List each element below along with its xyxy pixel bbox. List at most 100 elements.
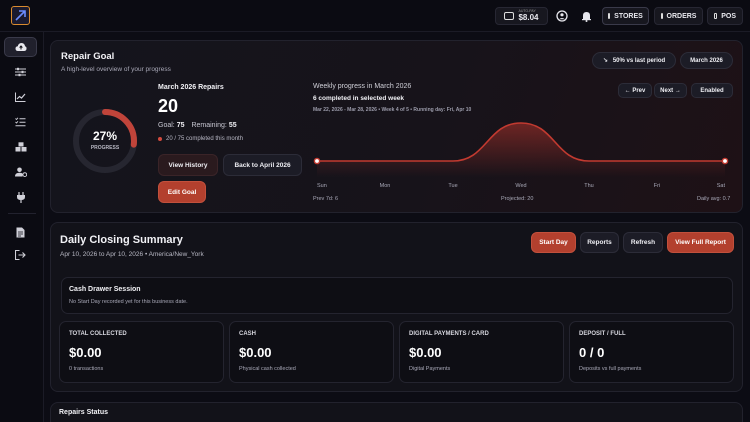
stat-value: $0.00 xyxy=(409,345,442,360)
prev-week-button[interactable]: ← Prev xyxy=(618,83,652,98)
view-full-report-button[interactable]: View Full Report xyxy=(667,232,734,253)
enabled-label: Enabled xyxy=(700,87,724,94)
refresh-button[interactable]: Refresh xyxy=(623,232,663,253)
wallet-icon xyxy=(504,12,515,20)
next-week-button[interactable]: Next → xyxy=(654,83,687,98)
reports-button[interactable]: Reports xyxy=(580,232,619,253)
edit-goal-label: Edit Goal xyxy=(167,188,197,196)
trend-down-icon: ↘ xyxy=(602,58,608,64)
progress-percent: 27% xyxy=(92,129,118,143)
x-tick-label: Sat xyxy=(717,183,726,189)
x-tick-label: Thu xyxy=(584,183,593,189)
goal-label: Goal: xyxy=(158,122,175,129)
profile-button[interactable] xyxy=(553,7,571,25)
drawer-note: No Start Day recorded yet for this busin… xyxy=(69,299,188,305)
stat-note: 0 transactions xyxy=(69,366,104,372)
stat-note: Deposits vs full payments xyxy=(579,366,642,372)
app-logo[interactable] xyxy=(11,6,30,25)
repair-goal-title: Repair Goal xyxy=(61,51,115,62)
repair-count: 20 xyxy=(158,96,179,116)
chart-line-icon xyxy=(15,92,26,102)
x-tick-label: Fri xyxy=(654,183,660,189)
repair-goal-card: Repair Goal A high-level overview of you… xyxy=(50,40,743,213)
stat-digital-payments: DIGITAL PAYMENTS / CARD $0.00 Digital Pa… xyxy=(399,321,564,383)
sidebar-item-documents[interactable] xyxy=(4,222,37,242)
x-tick-label: Sun xyxy=(317,183,327,189)
sidebar-item-controls[interactable] xyxy=(4,62,37,82)
sidebar xyxy=(0,32,44,422)
back-to-month-label: Back to April 2026 xyxy=(234,161,291,169)
plug-icon xyxy=(16,191,25,203)
back-to-month-button[interactable]: Back to April 2026 xyxy=(223,154,302,176)
edit-goal-button[interactable]: Edit Goal xyxy=(158,181,206,203)
view-history-label: View History xyxy=(168,161,208,169)
nav-pos[interactable]: POS xyxy=(707,7,743,25)
store-icon xyxy=(608,13,611,19)
projected: Projected: 20 xyxy=(501,196,534,202)
sidebar-item-dashboard[interactable] xyxy=(4,37,37,57)
closing-range-line: Apr 10, 2026 to Apr 10, 2026 • America/N… xyxy=(60,251,204,258)
daily-avg: Daily avg: 0.7 xyxy=(697,196,731,202)
completed-line: 20 / 75 completed this month xyxy=(158,136,243,142)
repairs-status-card: Repairs Status xyxy=(50,402,743,422)
document-icon xyxy=(16,227,25,237)
daily-closing-card: Daily Closing Summary Apr 10, 2026 to Ap… xyxy=(50,222,743,392)
x-tick-label: Wed xyxy=(515,183,526,189)
repair-goal-subtitle: A high-level overview of your progress xyxy=(61,66,171,73)
daily-closing-title: Daily Closing Summary xyxy=(60,234,183,246)
repairs-status-title: Repairs Status xyxy=(59,409,109,416)
sidebar-item-tasks[interactable] xyxy=(4,112,37,132)
start-day-button[interactable]: Start Day xyxy=(531,232,576,253)
enabled-toggle[interactable]: Enabled xyxy=(691,83,733,98)
balance-value: $8.04 xyxy=(518,12,539,22)
vs-last-period-badge: ↘ 50% vs last period xyxy=(592,52,676,69)
weekly-title: Weekly progress in March 2026 xyxy=(313,83,412,90)
pos-icon xyxy=(714,13,718,19)
reports-label: Reports xyxy=(587,239,612,246)
sidebar-item-users[interactable] xyxy=(4,162,37,182)
weekly-meta: Mar 22, 2026 - Mar 28, 2026 • Week 4 of … xyxy=(313,107,472,113)
notifications-button[interactable] xyxy=(577,7,595,25)
sidebar-item-logout[interactable] xyxy=(4,245,37,265)
period-badge[interactable]: March 2026 xyxy=(680,52,733,69)
sidebar-item-inventory[interactable] xyxy=(4,137,37,157)
month-repairs-heading: March 2026 Repairs xyxy=(158,84,224,91)
stat-note: Physical cash collected xyxy=(239,366,296,372)
stat-cash: CASH $0.00 Physical cash collected xyxy=(229,321,394,383)
bell-icon xyxy=(581,12,591,22)
stat-value: $0.00 xyxy=(239,345,272,360)
vs-last-period-label: 50% vs last period xyxy=(612,57,666,64)
stat-label: TOTAL COLLECTED xyxy=(69,331,127,337)
status-dot xyxy=(158,137,162,141)
x-tick-label: Tue xyxy=(448,183,457,189)
balance-widget[interactable]: AUTO-PAY $8.04 xyxy=(495,7,548,25)
start-day-label: Start Day xyxy=(539,239,568,246)
top-bar: AUTO-PAY $8.04 STORES ORDERS POS xyxy=(0,0,750,32)
sidebar-divider xyxy=(8,213,36,214)
view-full-report-label: View Full Report xyxy=(675,239,726,246)
drawer-title: Cash Drawer Session xyxy=(69,286,141,293)
logo-icon xyxy=(15,10,26,21)
next-week-label: Next → xyxy=(660,87,681,94)
weekly-subtitle: 6 completed in selected week xyxy=(313,95,405,102)
chart-point xyxy=(721,157,729,165)
refresh-label: Refresh xyxy=(630,239,656,246)
prev-week-label: ← Prev xyxy=(624,87,646,94)
user-gear-icon xyxy=(14,167,27,177)
closing-timezone: America/New_York xyxy=(148,251,204,258)
chart-area xyxy=(317,123,725,177)
stat-note: Digital Payments xyxy=(409,366,451,372)
nav-pos-label: POS xyxy=(721,12,736,20)
stat-label: CASH xyxy=(239,331,257,337)
stat-label: DIGITAL PAYMENTS / CARD xyxy=(409,331,489,337)
nav-stores[interactable]: STORES xyxy=(602,7,649,25)
sliders-icon xyxy=(15,67,26,77)
sidebar-item-integrations[interactable] xyxy=(4,187,37,207)
remaining-label: Remaining: xyxy=(191,122,227,129)
nav-orders[interactable]: ORDERS xyxy=(654,7,703,25)
logout-icon xyxy=(15,250,26,260)
view-history-button[interactable]: View History xyxy=(158,154,218,176)
user-icon xyxy=(556,10,568,22)
sidebar-item-analytics[interactable] xyxy=(4,87,37,107)
closing-range: Apr 10, 2026 to Apr 10, 2026 xyxy=(60,251,144,258)
